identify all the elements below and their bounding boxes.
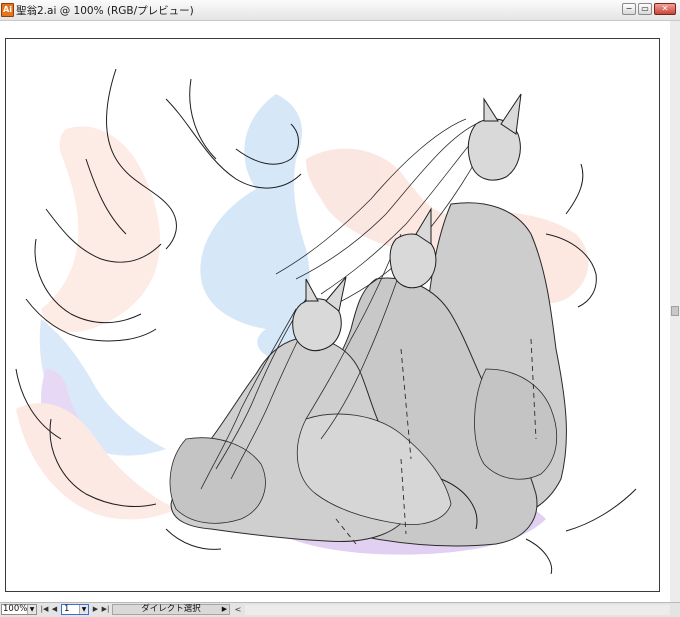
vertical-scroll-thumb[interactable]: [671, 306, 679, 316]
artboard-number-value: 1: [64, 604, 70, 614]
document-icon: Ai: [1, 3, 14, 17]
artboard-number-select[interactable]: 1 ▼: [61, 604, 89, 615]
close-button[interactable]: ✕: [654, 3, 676, 15]
front-figure-ear-2: [305, 278, 319, 302]
previous-artboard-button[interactable]: ◀: [50, 604, 59, 615]
chevron-down-icon[interactable]: ▼: [27, 605, 36, 614]
status-bar: 100% ▼ |◀ ◀ 1 ▼ ▶ ▶| ダイレクト選択 ▶ <: [0, 602, 680, 617]
restore-button[interactable]: ▭: [638, 3, 652, 15]
horizontal-scroll-left-button[interactable]: <: [233, 604, 243, 615]
illustrator-document-window: Ai 聖翁2.ai @ 100% (RGB/プレビュー) − ▭ ✕ 100% …: [0, 0, 680, 617]
illustration: [15, 68, 637, 575]
title-bar[interactable]: Ai 聖翁2.ai @ 100% (RGB/プレビュー) − ▭ ✕: [0, 0, 680, 21]
document-canvas-area[interactable]: [0, 21, 671, 602]
next-artboard-button[interactable]: ▶: [91, 604, 100, 615]
minimize-button[interactable]: −: [622, 3, 636, 15]
first-artboard-button[interactable]: |◀: [40, 604, 49, 615]
artboard[interactable]: [5, 38, 660, 592]
current-tool-status[interactable]: ダイレクト選択: [112, 604, 230, 615]
status-menu-arrow-icon[interactable]: ▶: [220, 604, 229, 615]
vertical-scrollbar[interactable]: [670, 21, 680, 602]
zoom-level-select[interactable]: 100% ▼: [1, 604, 37, 615]
horizontal-scrollbar[interactable]: [245, 605, 670, 615]
pink-tail-wash-2: [41, 126, 161, 333]
chevron-down-icon[interactable]: ▼: [79, 605, 88, 614]
last-artboard-button[interactable]: ▶|: [101, 604, 110, 615]
window-title: 聖翁2.ai @ 100% (RGB/プレビュー): [16, 5, 194, 17]
back-figure-ear-2: [483, 97, 499, 122]
zoom-level-value: 100%: [3, 604, 28, 614]
